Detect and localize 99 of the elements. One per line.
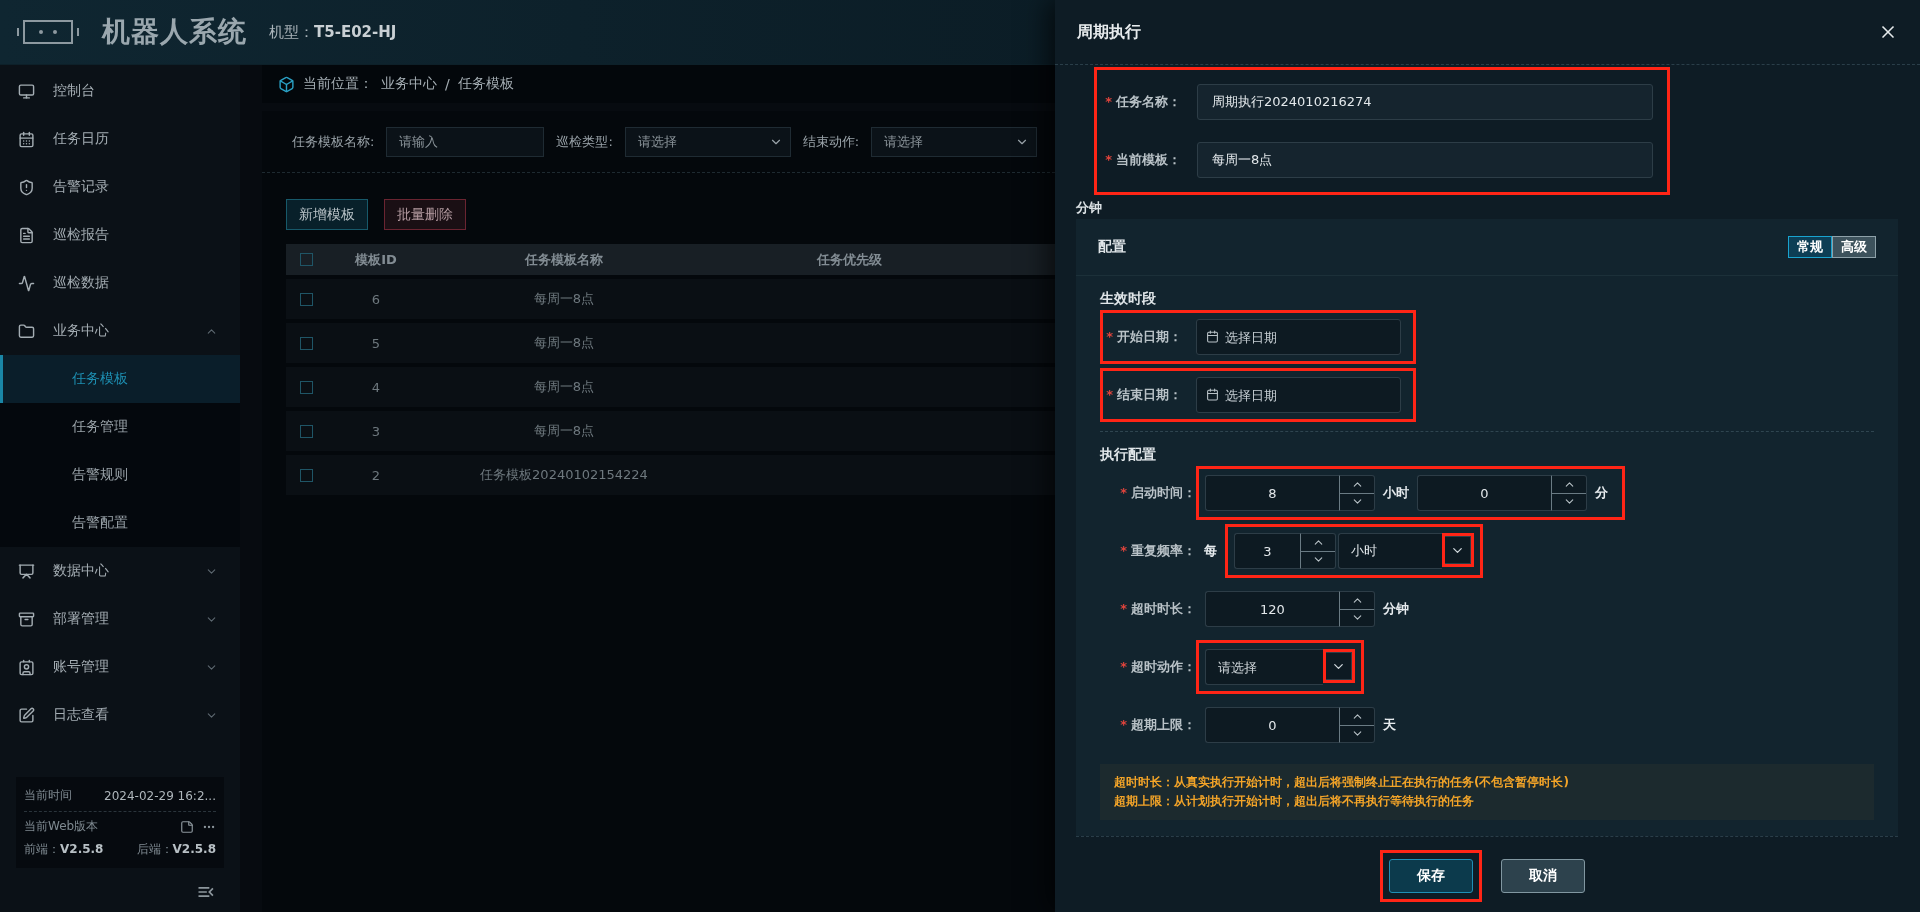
pulse-icon	[18, 274, 35, 292]
table-cell-text: 4	[370, 379, 382, 395]
drawer-title: 周期执行	[1077, 21, 1141, 43]
archive-icon	[18, 610, 35, 628]
select-input[interactable]: 小时	[1338, 533, 1442, 569]
unit-text: 分钟	[1076, 199, 1103, 217]
card-title: 配置	[1098, 238, 1126, 256]
filter-label: 任务模板名称:	[292, 132, 375, 151]
monitor-icon	[18, 82, 35, 100]
section-title: 执行配置	[1100, 446, 1157, 464]
robot-logo-icon	[16, 17, 80, 47]
text-field[interactable]: 周期执行2024010216274	[1197, 84, 1653, 120]
version-text: 后端：V2.5.8	[136, 841, 216, 858]
calendar-icon	[1206, 330, 1219, 343]
row-checkbox[interactable]	[300, 468, 313, 482]
nav-subitem[interactable]: 任务模板	[0, 355, 240, 403]
column-header: 模板ID	[353, 250, 398, 269]
folder-icon	[18, 322, 35, 340]
form-label: * 超时动作：	[1119, 658, 1196, 676]
info-label: 当前Web版本	[24, 818, 99, 835]
unit-label: 分钟	[1383, 600, 1409, 618]
footer-button[interactable]: 保存	[1389, 858, 1473, 893]
footer-button[interactable]: 取消	[1501, 858, 1585, 893]
toolbar-button[interactable]: 批量删除	[384, 199, 466, 230]
select-all-checkbox[interactable]	[300, 253, 313, 266]
info-value: 2024-02-29 16:2...	[104, 788, 216, 803]
notice-text: 超期上限：从计划执行开始计时，超出后将不再执行等待执行的任务	[1114, 793, 1475, 810]
form-label: * 超时时长：	[1119, 600, 1196, 618]
filter-input[interactable]: 请输入	[386, 126, 545, 157]
mode-tab[interactable]: 常规	[1788, 236, 1832, 258]
table-cell-text: 任务模板20240102154224	[479, 466, 649, 484]
breadcrumb-label: 当前位置：	[303, 75, 373, 93]
row-checkbox[interactable]	[300, 292, 313, 306]
breadcrumb-link[interactable]: 任务模板	[457, 75, 514, 93]
notice-text: 超时时长：从真实执行开始计时，超出后将强制终止正在执行的任务(不包含暂停时长)	[1114, 774, 1570, 791]
nav-subitem[interactable]: 任务管理	[0, 403, 240, 451]
filter-select[interactable]: 请选择	[871, 126, 1038, 157]
number-input[interactable]: 3	[1234, 533, 1300, 569]
mode-tab[interactable]: 高级	[1832, 236, 1876, 258]
column-header: 任务优先级	[815, 250, 883, 269]
nav-item[interactable]: 巡检数据	[0, 259, 240, 307]
nav-item[interactable]: 巡检报告	[0, 211, 240, 259]
unit-label: 小时	[1383, 484, 1409, 502]
row-checkbox[interactable]	[300, 424, 313, 438]
nav-item[interactable]: 控制台	[0, 67, 240, 115]
number-input[interactable]: 0	[1417, 475, 1551, 511]
number-input[interactable]: 0	[1205, 707, 1339, 743]
form-label: * 重复频率：	[1119, 542, 1196, 560]
nav-item[interactable]: 账号管理	[0, 643, 240, 691]
nav-item[interactable]: 业务中心	[0, 307, 240, 355]
filter-label: 巡检类型:	[556, 132, 613, 151]
info-label: 当前时间	[24, 787, 72, 804]
nav-item[interactable]: 告警记录	[0, 163, 240, 211]
filter-select[interactable]: 请选择	[624, 126, 791, 157]
row-checkbox[interactable]	[300, 380, 313, 394]
cube-icon	[278, 75, 295, 93]
section-title: 生效时段	[1100, 290, 1157, 308]
date-field[interactable]: 选择日期	[1196, 319, 1401, 355]
prefix-label: 每	[1204, 542, 1217, 560]
calendar-icon	[18, 130, 35, 148]
pen-square-icon	[18, 706, 35, 724]
form-label: * 当前模板：	[1104, 151, 1182, 169]
shield-alert-icon	[18, 178, 35, 196]
nav-item[interactable]: 日志查看	[0, 691, 240, 739]
table-cell-text: 6	[370, 291, 382, 307]
app-title: 机器人系统	[102, 14, 247, 50]
form-label: * 启动时间：	[1119, 484, 1196, 502]
calendar-icon	[1206, 388, 1219, 401]
breadcrumb-separator: /	[445, 76, 450, 92]
form-label: * 超期上限：	[1119, 716, 1196, 734]
nav-subitem[interactable]: 告警规则	[0, 451, 240, 499]
text-field[interactable]: 每周一8点	[1197, 142, 1653, 178]
version-text: 前端：V2.5.8	[24, 841, 104, 858]
presentation-icon	[18, 562, 35, 580]
breadcrumb-link[interactable]: 业务中心	[381, 75, 437, 93]
form-label: * 开始日期：	[1105, 328, 1183, 346]
date-field[interactable]: 选择日期	[1196, 377, 1401, 413]
nav-item[interactable]: 数据中心	[0, 547, 240, 595]
number-input[interactable]: 120	[1205, 591, 1339, 627]
note-icon[interactable]	[180, 819, 194, 834]
table-cell-text: 2	[370, 467, 382, 483]
select-input[interactable]: 请选择	[1205, 649, 1323, 685]
document-icon	[18, 226, 35, 244]
nav-item[interactable]: 部署管理	[0, 595, 240, 643]
contact-card-icon	[18, 658, 35, 676]
nav-item[interactable]: 任务日历	[0, 115, 240, 163]
filter-label: 结束动作:	[802, 132, 860, 151]
unit-label: 分	[1595, 484, 1608, 502]
form-label: * 任务名称：	[1104, 93, 1182, 111]
row-checkbox[interactable]	[300, 336, 313, 350]
column-header: 任务模板名称	[523, 250, 604, 269]
model-text: 机型：T5-E02-HJ	[269, 22, 397, 42]
nav-subitem[interactable]: 告警配置	[0, 499, 240, 547]
form-label: * 结束日期：	[1105, 386, 1183, 404]
toolbar-button[interactable]: 新增模板	[286, 199, 368, 230]
table-cell-text: 3	[370, 423, 382, 439]
unit-label: 天	[1383, 716, 1396, 734]
number-input[interactable]: 8	[1205, 475, 1339, 511]
table-cell-text: 5	[370, 335, 382, 351]
